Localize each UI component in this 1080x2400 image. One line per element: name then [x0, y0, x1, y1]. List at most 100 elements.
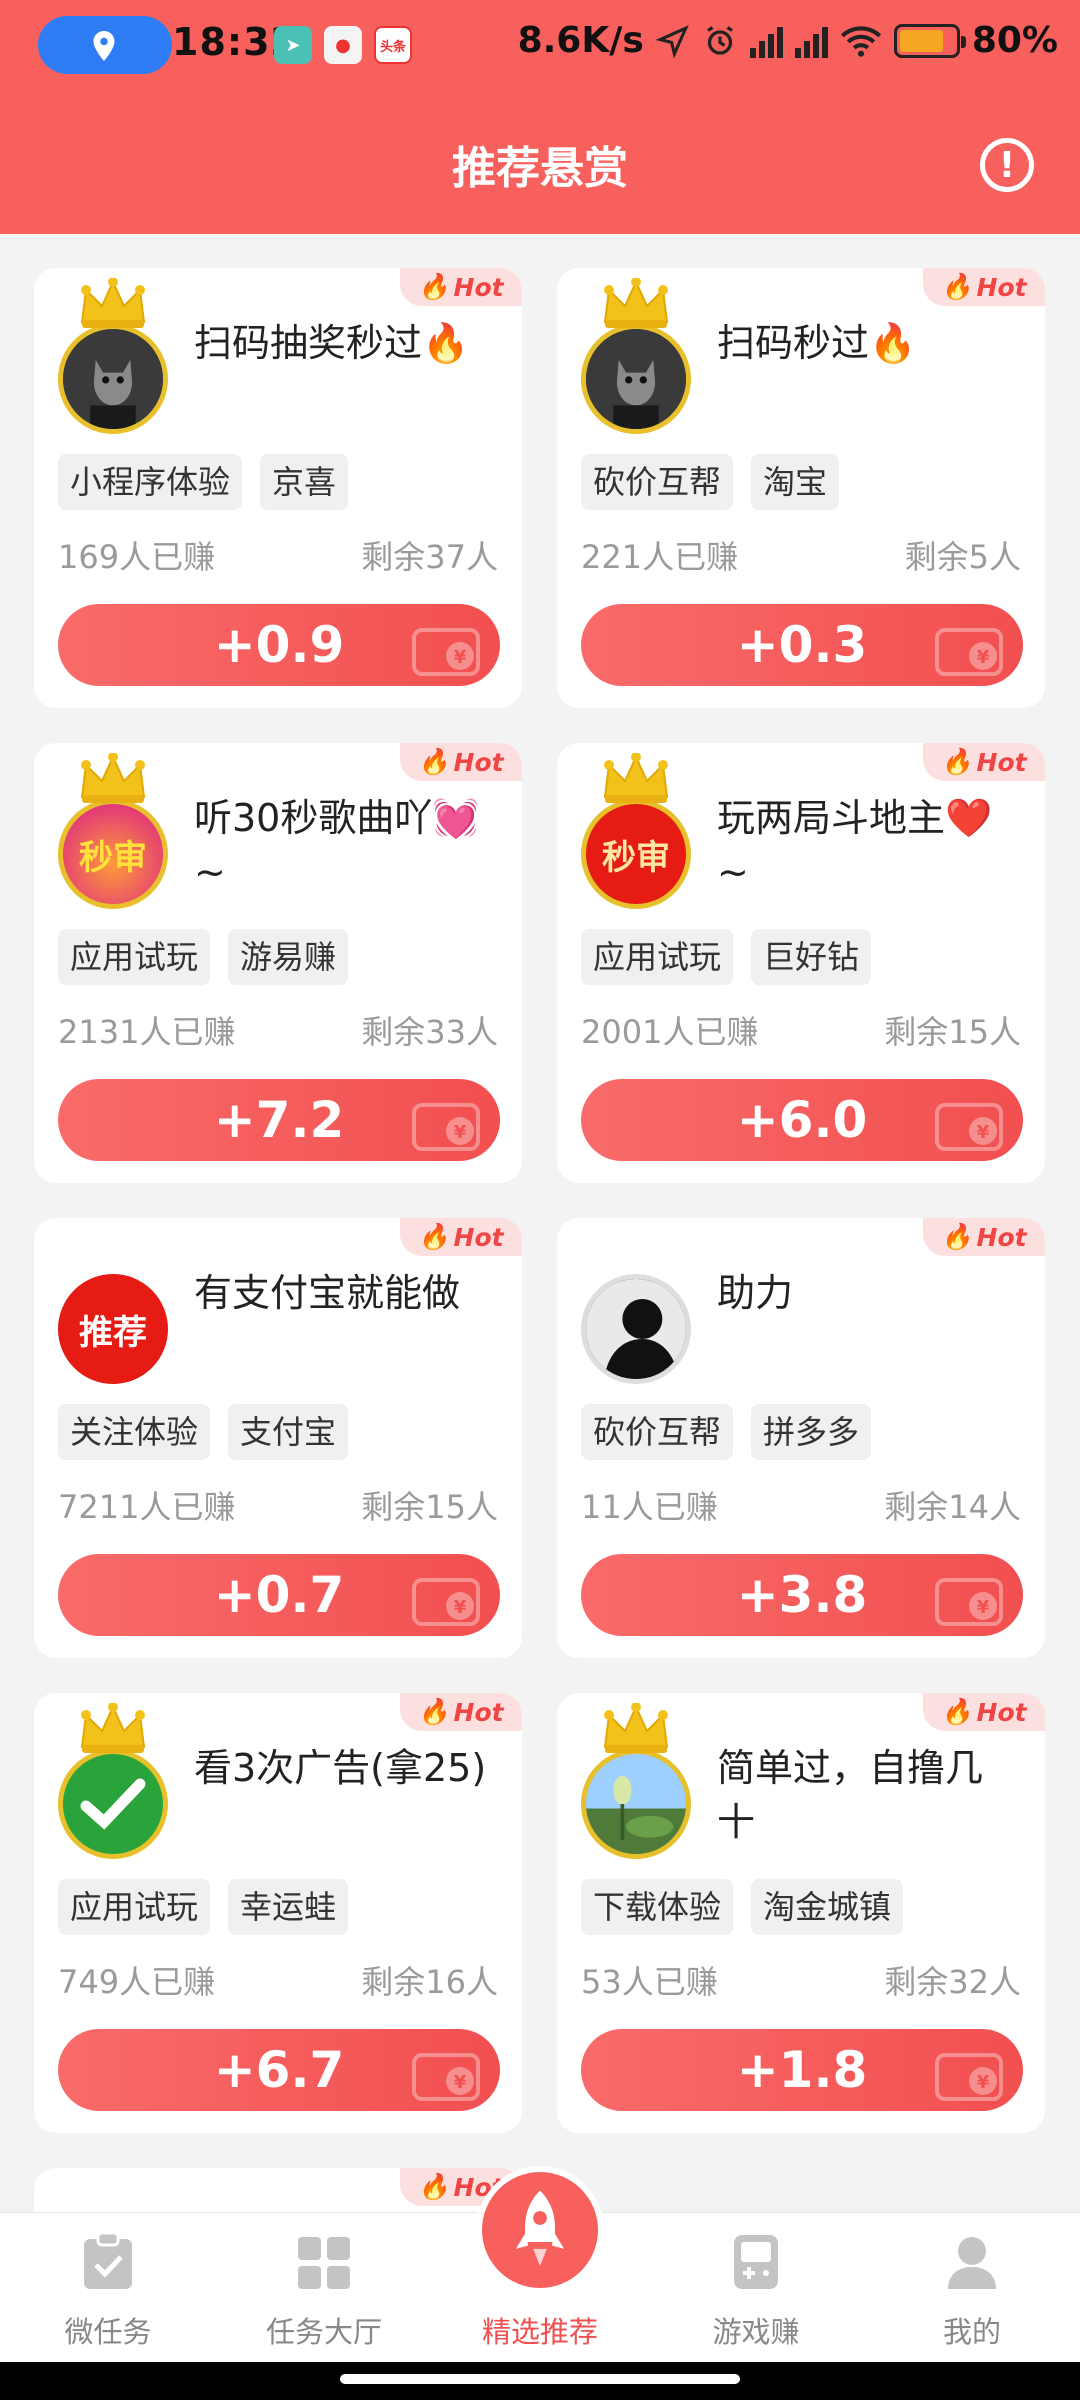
task-title: 看3次广告(拿25)	[194, 1746, 487, 1790]
hot-label: Hot	[453, 1222, 504, 1252]
reward-amount: +0.3	[736, 616, 868, 674]
earned-count: 2131人已赚	[58, 1013, 236, 1051]
tag-list: 砍价互帮 拼多多	[581, 1404, 872, 1460]
crown-icon	[80, 1703, 146, 1753]
reward-button[interactable]: +6.7 ¥	[58, 2029, 500, 2111]
task-title: 听30秒歌曲吖💓~	[194, 796, 480, 894]
task-card[interactable]: 🔥 Hot 看3次广告(拿25) 应用试玩 幸运蛙 749人已赚 剩余16人 +6…	[34, 1693, 522, 2133]
hot-badge: 🔥 Hot	[923, 1218, 1045, 1256]
avatar: 秒审	[581, 799, 691, 909]
fire-icon: 🔥	[418, 272, 450, 301]
fire-icon: 🔥	[941, 1697, 973, 1726]
svg-text:¥: ¥	[977, 1122, 990, 1143]
fire-icon: 🔥	[418, 2172, 450, 2201]
task-card[interactable]: 🔥 Hot 扫码秒过🔥 砍价互帮 淘宝 221人已赚 剩余5人 +0.3 ¥	[557, 268, 1045, 708]
avatar-label: 秒审	[602, 837, 670, 878]
crown-icon	[603, 753, 669, 803]
reward-amount: +7.2	[213, 1091, 345, 1149]
avatar	[581, 324, 691, 434]
tab-label: 我的	[942, 2315, 1001, 2349]
clipboard-check-icon	[84, 2231, 132, 2289]
reward-button[interactable]: +3.8 ¥	[581, 1554, 1023, 1636]
platform-tag: 拼多多	[751, 1404, 872, 1460]
silhouette-icon	[586, 1279, 686, 1379]
home-indicator[interactable]	[340, 2374, 740, 2384]
hot-label: Hot	[453, 1697, 504, 1727]
task-card[interactable]: 🔥 Hot 扫码抽奖秒过🔥 小程序体验 京喜 169人已赚 剩余37人 +0.9 …	[34, 268, 522, 708]
signal-icon-2	[794, 24, 828, 58]
remaining-count: 剩余37人	[361, 538, 498, 576]
network-speed: 8.6K/s	[517, 20, 644, 61]
category-tag: 应用试玩	[58, 1879, 211, 1935]
tab-mine[interactable]: 我的	[864, 2213, 1080, 2363]
reward-button[interactable]: +0.3 ¥	[581, 604, 1023, 686]
platform-tag: 游易赚	[228, 929, 349, 985]
reward-amount: +1.8	[736, 2041, 868, 2099]
hot-badge: 🔥 Hot	[400, 1693, 522, 1731]
reward-button[interactable]: +6.0 ¥	[581, 1079, 1023, 1161]
fire-icon: 🔥	[418, 1697, 450, 1726]
remaining-count: 剩余33人	[361, 1013, 498, 1051]
info-icon[interactable]: !	[980, 138, 1034, 192]
wifi-icon	[840, 25, 881, 57]
tag-list: 应用试玩 游易赚	[58, 929, 349, 985]
tab-label: 微任务	[64, 2315, 152, 2349]
tab-game-earn[interactable]: 游戏赚	[648, 2213, 864, 2363]
wallet-icon: ¥	[935, 1103, 1003, 1151]
rocket-button[interactable]	[482, 2172, 598, 2288]
reward-button[interactable]: +0.7 ¥	[58, 1554, 500, 1636]
location-pill[interactable]	[38, 16, 172, 74]
reward-button[interactable]: +0.9 ¥	[58, 604, 500, 686]
wallet-icon: ¥	[412, 2053, 480, 2101]
earned-count: 53人已赚	[581, 1963, 718, 2001]
earned-count: 221人已赚	[581, 538, 739, 576]
earned-count: 7211人已赚	[58, 1488, 236, 1526]
hot-badge: 🔥 Hot	[400, 743, 522, 781]
reward-button[interactable]: +7.2 ¥	[58, 1079, 500, 1161]
fire-icon: 🔥	[941, 272, 973, 301]
platform-tag: 巨好钻	[751, 929, 872, 985]
hot-label: Hot	[453, 747, 504, 777]
reward-amount: +3.8	[736, 1566, 868, 1624]
svg-text:¥: ¥	[454, 2072, 467, 2093]
svg-text:¥: ¥	[977, 1597, 990, 1618]
task-card[interactable]: 🔥 Hot 秒审 玩两局斗地主❤️~ 应用试玩 巨好钻 2001人已赚 剩余15人…	[557, 743, 1045, 1183]
platform-tag: 支付宝	[228, 1404, 349, 1460]
wallet-icon: ¥	[935, 2053, 1003, 2101]
tab-task-hall[interactable]: 任务大厅	[216, 2213, 432, 2363]
tab-label: 游戏赚	[712, 2315, 800, 2349]
svg-text:¥: ¥	[454, 1122, 467, 1143]
signal-icon	[749, 24, 783, 58]
hot-label: Hot	[453, 272, 504, 302]
reward-amount: +0.9	[213, 616, 345, 674]
task-card[interactable]: 🔥 Hot 助力 砍价互帮 拼多多 11人已赚 剩余14人 +3.8 ¥	[557, 1218, 1045, 1658]
task-title: 扫码抽奖秒过🔥	[194, 321, 470, 365]
platform-tag: 幸运蛙	[228, 1879, 349, 1935]
wallet-icon: ¥	[412, 1578, 480, 1626]
category-tag: 关注体验	[58, 1404, 211, 1460]
crown-icon	[80, 278, 146, 328]
tab-micro-tasks[interactable]: 微任务	[0, 2213, 216, 2363]
wallet-icon: ¥	[935, 1578, 1003, 1626]
tag-list: 应用试玩 巨好钻	[581, 929, 872, 985]
task-card[interactable]: 🔥 Hot 推荐 有支付宝就能做 关注体验 支付宝 7211人已赚 剩余15人 +…	[34, 1218, 522, 1658]
platform-tag: 京喜	[260, 454, 349, 510]
crown-icon	[603, 278, 669, 328]
svg-text:¥: ¥	[977, 2072, 990, 2093]
fire-icon: 🔥	[418, 747, 450, 776]
task-title: 有支付宝就能做	[194, 1271, 461, 1315]
avatar: 推荐	[58, 1274, 168, 1384]
reward-amount: +6.0	[736, 1091, 868, 1149]
avatar-label: 秒审	[79, 837, 147, 878]
remaining-count: 剩余5人	[904, 538, 1021, 576]
alarm-icon	[706, 25, 733, 55]
reward-button[interactable]: +1.8 ¥	[581, 2029, 1023, 2111]
task-card[interactable]: 🔥 Hot 简单过，自撸几十 下载体验 淘金城镇 53人已赚 剩余32人 +1.8…	[557, 1693, 1045, 2133]
platform-tag: 淘宝	[751, 454, 840, 510]
task-title: 扫码秒过🔥	[717, 321, 917, 365]
hot-label: Hot	[976, 1222, 1027, 1252]
earned-count: 2001人已赚	[581, 1013, 759, 1051]
crown-icon	[80, 753, 146, 803]
task-card[interactable]: 🔥 Hot 秒审 听30秒歌曲吖💓~ 应用试玩 游易赚 2131人已赚 剩余33人…	[34, 743, 522, 1183]
avatar	[581, 1749, 691, 1859]
